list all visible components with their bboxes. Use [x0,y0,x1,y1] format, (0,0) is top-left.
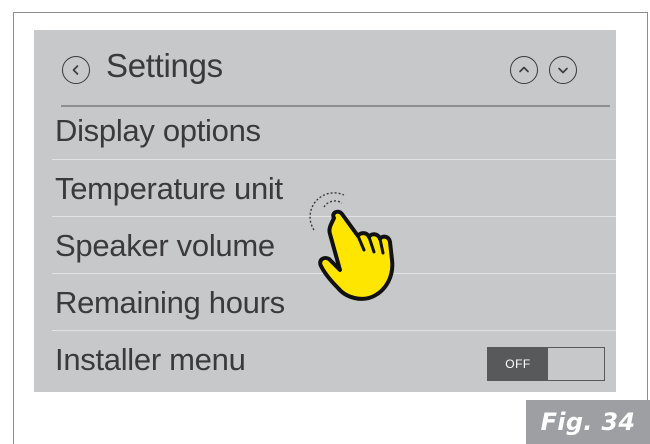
settings-header: Settings [34,30,616,108]
tap-hand-icon [309,192,395,301]
header-divider [61,105,610,107]
installer-menu-toggle[interactable]: OFF [487,347,605,381]
menu-item-label: Display options [55,113,261,148]
menu-item-label: Temperature unit [55,171,283,206]
chevron-left-icon [72,65,79,75]
figure-label: Fig. 34 [526,400,650,444]
scroll-up-button[interactable] [510,56,538,84]
menu-item-label: Speaker volume [55,228,275,263]
page-title: Settings [106,47,223,84]
hand-shape [318,209,395,301]
settings-screen: Settings Display options Temperature uni… [34,30,616,392]
menu-item-label: Remaining hours [55,285,285,320]
menu-item-label: Installer menu [55,342,246,377]
tap-ripple-inner [323,200,343,208]
chevron-up-icon [519,66,529,73]
chevron-down-icon [558,67,568,74]
scroll-down-button[interactable] [549,56,577,84]
toggle-knob: OFF [488,348,548,380]
back-button[interactable] [62,56,90,84]
menu-item-display-options[interactable]: Display options [52,108,616,160]
menu-item-installer-menu[interactable]: Installer menu OFF [52,331,616,392]
